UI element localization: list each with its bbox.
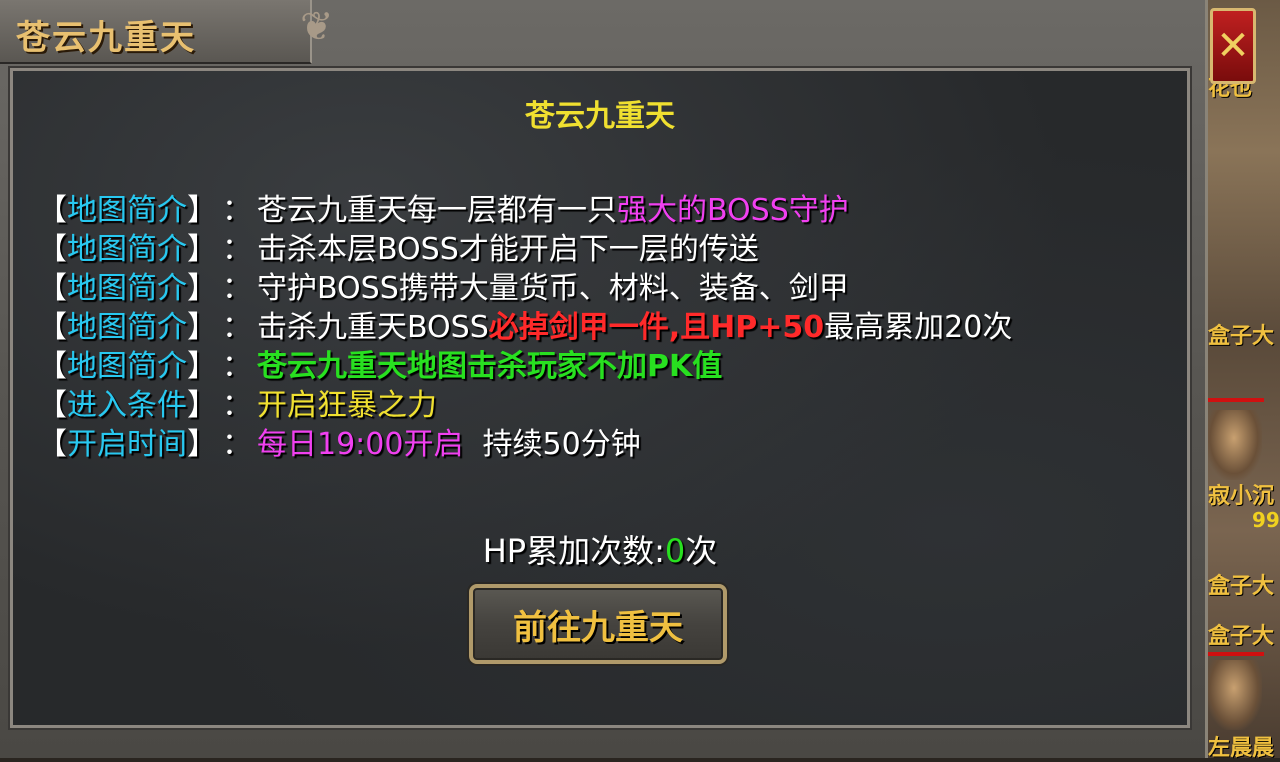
colon: ： — [222, 193, 252, 228]
go-to-map-button[interactable]: 前往九重天 — [469, 584, 727, 664]
player-character[interactable] — [1206, 660, 1262, 730]
info-row: 【开启时间】：每日19:00开启 持续50分钟 — [37, 425, 1012, 464]
hp-accumulate-line: HP累加次数:0次 — [13, 526, 1187, 572]
info-row-text: 最高累加20次 — [824, 310, 1013, 345]
colon: ： — [222, 349, 252, 384]
info-row-text: 击杀九重天BOSS — [257, 310, 489, 345]
info-row-text: 必掉剑甲一件,且HP+50 — [488, 310, 825, 345]
info-row-key: 地图简介 — [67, 271, 187, 306]
ornament-icon: ❦ — [300, 4, 334, 50]
info-row: 【地图简介】：击杀九重天BOSS必掉剑甲一件,且HP+50最高累加20次 — [37, 308, 1012, 347]
game-scene-strip: 花也 盒子大 寂小沉 99 盒子大 盒子大 左晨晨 — [1200, 0, 1280, 761]
content-panel: 苍云九重天 【地图简介】：苍云九重天每一层都有一只强大的BOSS守护 【地图简介】… — [8, 66, 1192, 730]
info-row-text: 守护BOSS携带大量货币、材料、装备、剑甲 — [257, 271, 849, 306]
bracket-open: 【 — [37, 427, 67, 462]
bracket-close: 】 — [187, 388, 217, 423]
info-row: 【进入条件】：开启狂暴之力 — [37, 386, 1012, 425]
close-icon: ✕ — [1216, 23, 1250, 69]
bracket-close: 】 — [187, 349, 217, 384]
player-name-label: 盒子大 — [1208, 624, 1275, 649]
bracket-open: 【 — [37, 310, 67, 345]
player-name-label: 盒子大 — [1208, 574, 1275, 599]
hp-label: HP累加次数: — [482, 532, 665, 570]
window-title: 苍云九重天 — [16, 18, 196, 58]
bracket-open: 【 — [37, 271, 67, 306]
hp-count: 0 — [664, 532, 686, 570]
colon: ： — [222, 310, 252, 345]
info-row-text: 开启狂暴之力 — [257, 388, 437, 423]
player-hp-bar — [1204, 398, 1264, 402]
info-row: 【地图简介】：击杀本层BOSS才能开启下一层的传送 — [37, 230, 1012, 269]
close-button[interactable]: ✕ — [1210, 8, 1256, 84]
dialog-window: 苍云九重天 ❦ 苍云九重天 【地图简介】：苍云九重天每一层都有一只强大的BOSS… — [0, 0, 1208, 758]
go-to-map-label: 前往九重天 — [513, 607, 683, 648]
title-tab: 苍云九重天 — [0, 0, 312, 64]
info-row: 【地图简介】：苍云九重天地图击杀玩家不加PK值 — [37, 347, 1012, 386]
player-name-label: 寂小沉 — [1208, 484, 1275, 509]
bracket-open: 【 — [37, 388, 67, 423]
bracket-close: 】 — [187, 310, 217, 345]
colon: ： — [222, 232, 252, 267]
info-row-key: 进入条件 — [67, 388, 187, 423]
info-row-key: 地图简介 — [67, 349, 187, 384]
info-row-text: 持续50分钟 — [463, 427, 641, 462]
panel-title: 苍云九重天 — [525, 99, 675, 134]
bracket-close: 】 — [187, 271, 217, 306]
bracket-open: 【 — [37, 193, 67, 228]
player-level: 99 — [1252, 508, 1280, 532]
info-row-text: 苍云九重天地图击杀玩家不加PK值 — [257, 349, 723, 384]
info-row-key: 地图简介 — [67, 193, 187, 228]
colon: ： — [222, 427, 252, 462]
bracket-close: 】 — [187, 427, 217, 462]
info-row-text: 击杀本层BOSS才能开启下一层的传送 — [257, 232, 759, 267]
bracket-close: 】 — [187, 232, 217, 267]
colon: ： — [222, 271, 252, 306]
player-character[interactable] — [1206, 410, 1262, 480]
info-row-key: 地图简介 — [67, 232, 187, 267]
info-list: 【地图简介】：苍云九重天每一层都有一只强大的BOSS守护 【地图简介】：击杀本层B… — [37, 191, 1012, 464]
info-row-key: 地图简介 — [67, 310, 187, 345]
info-row: 【地图简介】：守护BOSS携带大量货币、材料、装备、剑甲 — [37, 269, 1012, 308]
player-hp-bar — [1204, 652, 1264, 656]
bracket-open: 【 — [37, 232, 67, 267]
info-row: 【地图简介】：苍云九重天每一层都有一只强大的BOSS守护 — [37, 191, 1012, 230]
info-row-key: 开启时间 — [67, 427, 187, 462]
player-name-label: 盒子大 — [1208, 324, 1275, 349]
bracket-close: 】 — [187, 193, 217, 228]
info-row-text: 每日19:00开启 — [257, 427, 464, 462]
player-name-label: 左晨晨 — [1208, 736, 1275, 761]
bracket-open: 【 — [37, 349, 67, 384]
info-row-text: 强大的BOSS守护 — [617, 193, 849, 228]
hp-suffix: 次 — [685, 532, 718, 570]
colon: ： — [222, 388, 252, 423]
info-row-text: 苍云九重天每一层都有一只 — [257, 193, 617, 228]
